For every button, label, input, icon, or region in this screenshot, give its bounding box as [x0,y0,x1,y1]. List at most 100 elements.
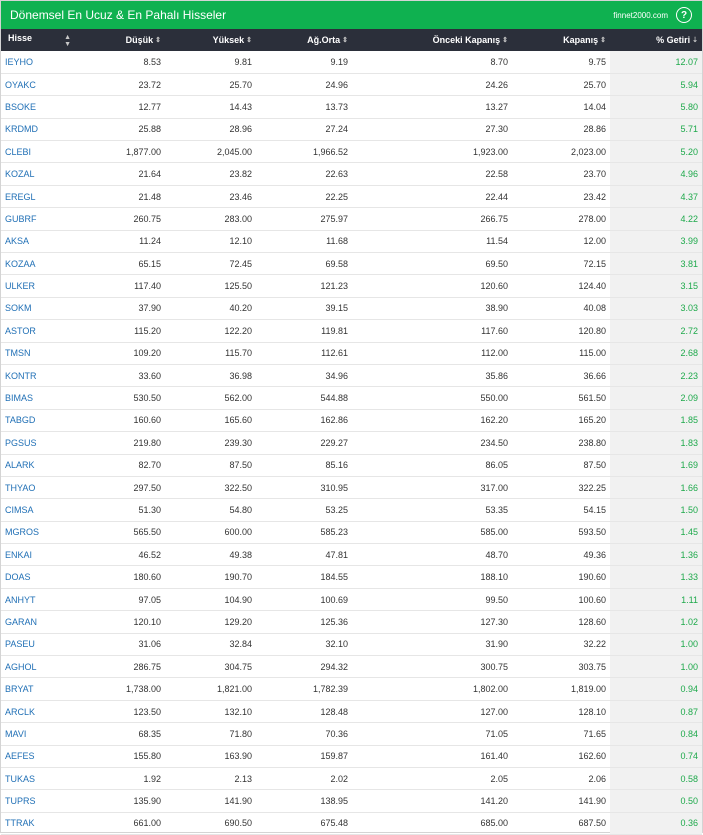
table-row[interactable]: CIMSA 51.30 54.80 53.25 53.35 54.15 1.50 [1,498,702,522]
table-row[interactable]: TUPRS 135.90 141.90 138.95 141.20 141.90 0.50 [1,789,702,813]
cell-symbol[interactable]: EREGL [1,185,81,207]
brand-link[interactable]: finnet2000.com [613,11,668,20]
table-row[interactable]: ULKER 117.40 125.50 121.23 120.60 124.40 3.15 [1,274,702,298]
col-header-ag-orta[interactable]: Ağ.Orta ⇕ [256,29,352,51]
help-icon[interactable]: ? [676,7,692,23]
cell-prev-close: 27.30 [485,124,508,135]
cell-high: 12.10 [229,236,252,247]
sort-icon[interactable]: ⇕ [155,37,161,44]
cell-prev-close: 112.00 [481,348,508,359]
table-row[interactable]: KOZAL 21.64 23.82 22.63 22.58 23.70 4.96 [1,162,702,186]
col-header-onceki-kapanis[interactable]: Önceki Kapanış ⇕ [352,29,512,51]
table-row[interactable]: MGROS 565.50 600.00 585.23 585.00 593.50 1.45 [1,521,702,544]
sort-icon[interactable]: ⇣ [692,37,698,44]
table-row[interactable]: GUBRF 260.75 283.00 275.97 266.75 278.00 4.22 [1,207,702,231]
cell-symbol[interactable]: GARAN [1,611,81,633]
table-row[interactable]: IEYHO 8.53 9.81 9.19 8.70 9.75 12.07 [1,51,702,74]
cell-low: 65.15 [138,258,161,269]
col-header-yuksek[interactable]: Yüksek ⇕ [165,29,256,51]
cell-symbol[interactable]: DOAS [1,566,81,588]
cell-symbol[interactable]: TABGD [1,409,81,431]
cell-close: 278.00 [578,213,606,224]
cell-symbol[interactable]: BRYAT [1,678,81,700]
cell-prev-close: 317.00 [480,482,508,493]
table-row[interactable]: OYAKC 23.72 25.70 24.96 24.26 25.70 5.94 [1,73,702,96]
table-row[interactable]: TTRAK 661.00 690.50 675.48 685.00 687.50 0.36 [1,812,702,835]
cell-symbol[interactable]: ALARK [1,454,81,476]
cell-low: 1,877.00 [125,146,161,157]
cell-symbol[interactable]: ARCLK [1,700,81,722]
cell-avg: 70.36 [325,728,348,739]
sort-icon[interactable]: ⇕ [502,37,508,44]
col-header-hisse[interactable]: Hisse ▲ ▼ [1,29,81,51]
sort-icon[interactable]: ▲ ▼ [64,34,71,48]
table-row[interactable]: PASEU 31.06 32.84 32.10 31.90 32.22 1.00 [1,633,702,656]
cell-avg: 585.23 [320,527,348,538]
table-row[interactable]: PGSUS 219.80 239.30 229.27 234.50 238.80 1.83 [1,431,702,455]
col-header-getiri[interactable]: % Getiri ⇣ [610,29,702,51]
table-row[interactable]: ARCLK 123.50 132.10 128.48 127.00 128.10 0.87 [1,700,702,723]
table-row[interactable]: THYAO 297.50 322.50 310.95 317.00 322.25 1.66 [1,476,702,499]
table-row[interactable]: MAVI 68.35 71.80 70.36 71.05 71.65 0.84 [1,722,702,746]
table-row[interactable]: EREGL 21.48 23.46 22.25 22.44 23.42 4.37 [1,185,702,208]
cell-symbol[interactable]: TMSN [1,342,81,364]
table-row[interactable]: ENKAI 46.52 49.38 47.81 48.70 49.36 1.36 [1,543,702,566]
cell-symbol[interactable]: CLEBI [1,141,81,163]
table-row[interactable]: BIMAS 530.50 562.00 544.88 550.00 561.50 2.09 [1,386,702,410]
cell-close: 687.50 [578,818,606,829]
table-row[interactable]: ANHYT 97.05 104.90 100.69 99.50 100.60 1.11 [1,588,702,611]
table-row[interactable]: GARAN 120.10 129.20 125.36 127.30 128.60 1.02 [1,610,702,634]
cell-symbol[interactable]: TTRAK [1,812,81,834]
cell-symbol[interactable]: BSOKE [1,96,81,118]
cell-symbol[interactable]: KOZAL [1,163,81,185]
cell-symbol[interactable]: PGSUS [1,432,81,454]
cell-return: 12.07 [610,51,702,74]
cell-close: 32.22 [583,639,606,650]
table-row[interactable]: ASTOR 115.20 122.20 119.81 117.60 120.80 2.72 [1,319,702,343]
cell-symbol[interactable]: BIMAS [1,387,81,409]
table-row[interactable]: CLEBI 1,877.00 2,045.00 1,966.52 1,923.00 2,0… [1,140,702,163]
cell-symbol[interactable]: KONTR [1,364,81,386]
table-row[interactable]: AKSA 11.24 12.10 11.68 11.54 12.00 3.99 [1,230,702,253]
table-row[interactable]: KRDMD 25.88 28.96 27.24 27.30 28.86 5.71 [1,118,702,141]
cell-symbol[interactable]: KOZAA [1,253,81,275]
cell-symbol[interactable]: TUPRS [1,790,81,812]
table-header-row: Hisse ▲ ▼ Düşük ⇕ Yüksek ⇕ Ağ.Orta ⇕ Önceki K… [1,29,702,51]
cell-symbol[interactable]: GUBRF [1,208,81,230]
cell-symbol[interactable]: AEFES [1,745,81,767]
cell-symbol[interactable]: KRDMD [1,118,81,140]
table-row[interactable]: TUKAS 1.92 2.13 2.02 2.05 2.06 0.58 [1,767,702,790]
cell-symbol[interactable]: PASEU [1,633,81,655]
cell-symbol[interactable]: ULKER [1,275,81,297]
sort-icon[interactable]: ⇕ [342,37,348,44]
table-row[interactable]: TMSN 109.20 115.70 112.61 112.00 115.00 2.68 [1,342,702,365]
table-row[interactable]: AEFES 155.80 163.90 159.87 161.40 162.60 0.74 [1,745,702,768]
table-row[interactable]: BSOKE 12.77 14.43 13.73 13.27 14.04 5.80 [1,95,702,119]
cell-symbol[interactable]: AGHOL [1,656,81,678]
table-row[interactable]: KOZAA 65.15 72.45 69.58 69.50 72.15 3.81 [1,252,702,275]
table-row[interactable]: TABGD 160.60 165.60 162.86 162.20 165.20 1.85 [1,409,702,432]
table-row[interactable]: BRYAT 1,738.00 1,821.00 1,782.39 1,802.00 1,8… [1,677,702,701]
table-row[interactable]: DOAS 180.60 190.70 184.55 188.10 190.60 1.33 [1,565,702,589]
sort-icon[interactable]: ⇕ [600,37,606,44]
cell-symbol[interactable]: SOKM [1,297,81,319]
table-row[interactable]: ALARK 82.70 87.50 85.16 86.05 87.50 1.69 [1,454,702,477]
cell-symbol[interactable]: TUKAS [1,768,81,790]
col-header-kapanis[interactable]: Kapanış ⇕ [512,29,610,51]
cell-symbol[interactable]: IEYHO [1,51,81,73]
table-row[interactable]: SOKM 37.90 40.20 39.15 38.90 40.08 3.03 [1,297,702,320]
cell-symbol[interactable]: THYAO [1,476,81,498]
cell-symbol[interactable]: ASTOR [1,320,81,342]
cell-symbol[interactable]: OYAKC [1,73,81,95]
cell-symbol[interactable]: ENKAI [1,544,81,566]
table-row[interactable]: AGHOL 286.75 304.75 294.32 300.75 303.75 1.00 [1,655,702,678]
cell-close: 87.50 [583,460,606,471]
table-row[interactable]: KONTR 33.60 36.98 34.96 35.86 36.66 2.23 [1,364,702,387]
cell-symbol[interactable]: MGROS [1,521,81,543]
sort-icon[interactable]: ⇕ [246,37,252,44]
cell-symbol[interactable]: AKSA [1,230,81,252]
cell-symbol[interactable]: CIMSA [1,499,81,521]
cell-symbol[interactable]: ANHYT [1,588,81,610]
col-header-dusuk[interactable]: Düşük ⇕ [81,29,165,51]
cell-symbol[interactable]: MAVI [1,723,81,745]
